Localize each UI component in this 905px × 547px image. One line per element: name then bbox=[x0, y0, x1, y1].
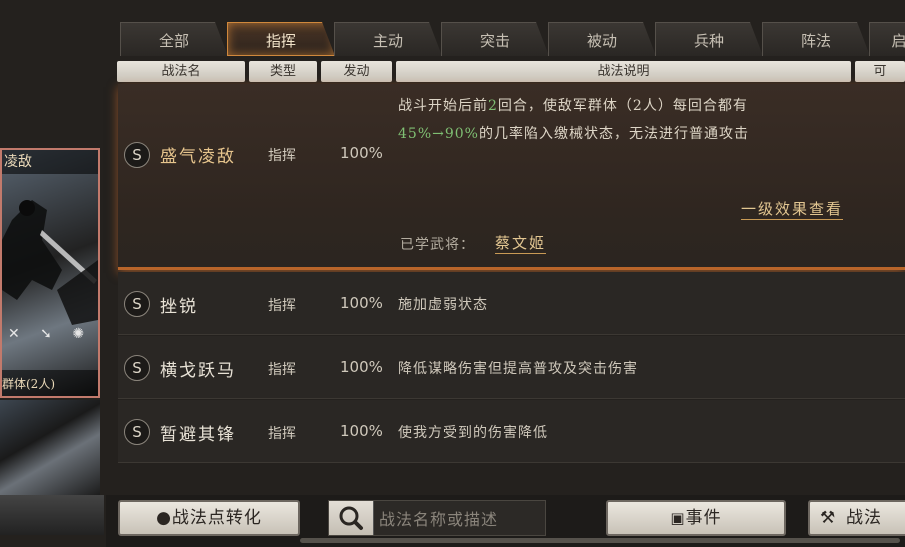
skill-row[interactable]: S 暂避其锋 指挥 100% 使我方受到的伤害降低 bbox=[118, 400, 905, 463]
skill-description: 施加虚弱状态 bbox=[398, 297, 488, 313]
general-portrait bbox=[2, 200, 98, 325]
general-card-next[interactable] bbox=[0, 400, 100, 495]
skill-description: 降低谋略伤害但提高普攻及突击伤害 bbox=[398, 361, 638, 377]
skill-row[interactable]: S 挫锐 指挥 100% 施加虚弱状态 bbox=[118, 272, 905, 335]
event-button[interactable]: ▣事件 bbox=[606, 500, 786, 536]
skill-type: 指挥 bbox=[268, 148, 296, 164]
skill-name: 暂避其锋 bbox=[160, 425, 236, 445]
search-box bbox=[328, 500, 546, 536]
column-header-type[interactable]: 类型 bbox=[249, 61, 317, 82]
skill-list: S 盛气凌敌 指挥 100% 战斗开始后前2回合，使敌军群体（2人）每回合都有 4… bbox=[118, 84, 905, 494]
skill-description: 使我方受到的伤害降低 bbox=[398, 425, 548, 441]
learned-general-link[interactable]: 蔡文姬 bbox=[495, 232, 547, 254]
hammer-icon: ⚒ bbox=[820, 508, 837, 528]
skill-s-icon: S bbox=[124, 291, 150, 317]
skill-name: 横戈跃马 bbox=[160, 361, 236, 381]
learned-general-label: 已学武将： bbox=[400, 237, 475, 253]
column-header-extra[interactable]: 可 bbox=[855, 61, 905, 82]
tab-command[interactable]: 指挥 bbox=[227, 22, 335, 56]
skill-action-button[interactable]: ⚒ 战法 bbox=[808, 500, 905, 536]
card-trait-icons: ✕ ➘ ✺ bbox=[8, 326, 93, 342]
skill-type: 指挥 bbox=[268, 426, 296, 442]
card-slot-bottom[interactable] bbox=[0, 495, 104, 535]
flame-icon: ● bbox=[156, 508, 172, 528]
general-card[interactable]: 凌敌 ✕ ➘ ✺ 群体(2人) bbox=[0, 148, 100, 398]
column-header-name[interactable]: 战法名 bbox=[117, 61, 245, 82]
tab-bar: 全部 指挥 主动 突击 被动 兵种 阵法 启 bbox=[118, 22, 905, 58]
search-icon bbox=[339, 506, 363, 530]
skill-s-icon: S bbox=[124, 419, 150, 445]
tab-assault[interactable]: 突击 bbox=[441, 22, 549, 56]
tab-active[interactable]: 主动 bbox=[334, 22, 442, 56]
skill-s-icon: S bbox=[124, 142, 150, 168]
tab-passive[interactable]: 被动 bbox=[548, 22, 656, 56]
skill-name: 挫锐 bbox=[160, 297, 198, 317]
search-button[interactable] bbox=[329, 501, 374, 535]
column-header-trigger[interactable]: 发动 bbox=[321, 61, 392, 82]
skill-row[interactable]: S 横戈跃马 指挥 100% 降低谋略伤害但提高普攻及突击伤害 bbox=[118, 336, 905, 399]
skill-rate: 100% bbox=[340, 144, 383, 162]
tab-partial[interactable]: 启 bbox=[869, 22, 905, 56]
card-target-label: 群体(2人) bbox=[2, 370, 98, 396]
skill-rate: 100% bbox=[340, 422, 383, 440]
event-icon: ▣ bbox=[670, 509, 686, 527]
search-input[interactable] bbox=[377, 503, 545, 535]
skill-row-selected[interactable]: S 盛气凌敌 指挥 100% 战斗开始后前2回合，使敌军群体（2人）每回合都有 4… bbox=[118, 84, 905, 270]
card-skill-title: 凌敌 bbox=[2, 150, 98, 174]
level-effect-link[interactable]: 一级效果查看 bbox=[741, 198, 844, 220]
skill-rate: 100% bbox=[340, 358, 383, 376]
skill-description: 战斗开始后前2回合，使敌军群体（2人）每回合都有 45%→90%的几率陷入缴械状态… bbox=[398, 98, 749, 142]
skill-name: 盛气凌敌 bbox=[160, 147, 236, 167]
column-header-description: 战法说明 bbox=[396, 61, 851, 82]
skill-type: 指挥 bbox=[268, 362, 296, 378]
convert-skill-points-button[interactable]: ●战法点转化 bbox=[118, 500, 300, 536]
skill-type: 指挥 bbox=[268, 298, 296, 314]
horizontal-scrollbar[interactable] bbox=[300, 538, 900, 543]
tab-formation[interactable]: 阵法 bbox=[762, 22, 870, 56]
tab-troop[interactable]: 兵种 bbox=[655, 22, 763, 56]
skill-s-icon: S bbox=[124, 355, 150, 381]
skill-rate: 100% bbox=[340, 294, 383, 312]
tab-all[interactable]: 全部 bbox=[120, 22, 228, 56]
